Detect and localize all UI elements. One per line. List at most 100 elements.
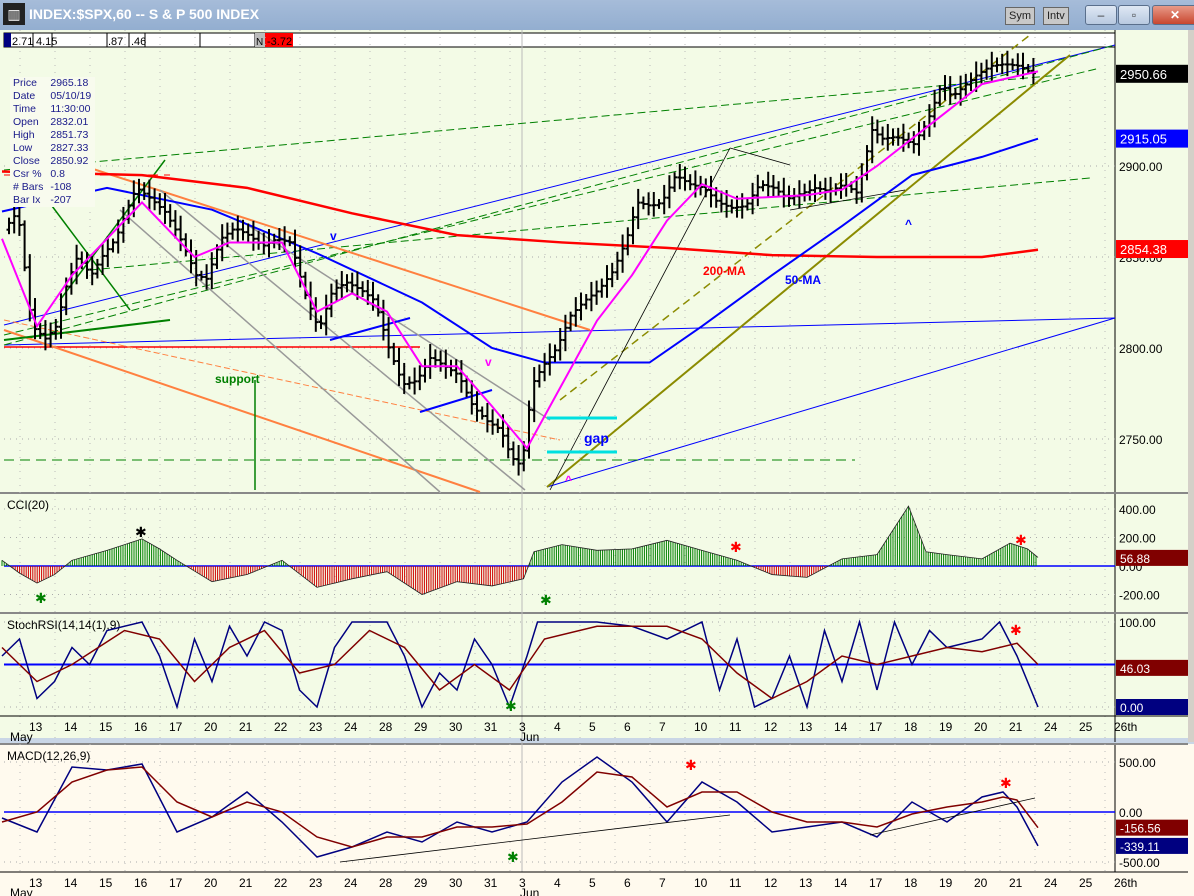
cci-last-label: 56.88 <box>1120 552 1150 566</box>
macd-last-label: -156.56 <box>1120 822 1161 836</box>
chart-canvas: 2.714.15 .87 .46 N -3.72 2750.00 2800.00 28 5 0.0… <box>0 30 1194 896</box>
x-tick-label: 4 <box>554 720 561 734</box>
x-tick-label: 4 <box>554 876 561 890</box>
x-tick-label: 22 <box>274 720 288 734</box>
x-tick-label: 30 <box>449 720 463 734</box>
x-tick-label: 25 <box>1079 720 1093 734</box>
x-tick-label: 16 <box>134 876 148 890</box>
info-value: 2832.01 <box>50 116 89 128</box>
annotation-label: v <box>485 355 492 369</box>
info-row: Price 2965.18 <box>10 77 95 90</box>
info-label: Price <box>13 77 37 89</box>
info-label: Csr % <box>13 168 42 180</box>
info-label: Time <box>13 103 36 115</box>
x-tick-label: 7 <box>659 720 666 734</box>
y-tick-label: 100.00 <box>1119 616 1156 630</box>
star-marker-icon: ✱ <box>1015 532 1027 548</box>
info-value: 05/10/19 <box>50 90 92 102</box>
x-tick-label: 29 <box>414 876 428 890</box>
quote-bar-bg <box>3 32 1116 48</box>
x-tick-label: 20 <box>974 876 988 890</box>
x-tick-label: 14 <box>64 720 78 734</box>
x-tick-label: 18 <box>904 876 918 890</box>
info-row: Low 2827.33 <box>10 142 95 155</box>
stoch-last-label: 46.03 <box>1120 662 1150 676</box>
y-tick-label: 200.00 <box>1119 532 1156 546</box>
star-marker-icon: ✱ <box>507 849 519 865</box>
y-tick-label: 2900.00 <box>1119 160 1163 174</box>
x-tick-label: 24 <box>344 876 358 890</box>
x-tick-label: 14 <box>834 720 848 734</box>
quote-cell: 4.15 <box>36 36 57 48</box>
y-tick-label: -200.00 <box>1119 589 1160 603</box>
quote-change: -3.72 <box>267 36 292 48</box>
macd-window-background <box>0 742 1194 896</box>
last-value-label: 2915.05 <box>1120 132 1167 147</box>
month-label-may: May <box>10 730 33 744</box>
month-label-jun: Jun <box>520 886 539 896</box>
info-value: 0.8 <box>50 168 65 180</box>
x-tick-label: 26th <box>1114 876 1137 890</box>
info-panel: Price 2965.18 Date 05/10/19 Time 11:30:00 O… <box>10 77 96 207</box>
info-row: Bar Ix -207 <box>10 194 95 207</box>
annotation-label: gap <box>584 430 609 446</box>
x-tick-label: 21 <box>1009 876 1023 890</box>
star-marker-icon: ✱ <box>35 590 47 606</box>
x-tick-label: 17 <box>869 876 883 890</box>
x-tick-label: 11 <box>729 876 742 890</box>
x-tick-label: 24 <box>1044 876 1058 890</box>
star-marker-icon: ✱ <box>685 757 697 773</box>
x-tick-label: 28 <box>379 720 393 734</box>
star-marker-icon: ✱ <box>505 698 517 714</box>
x-tick-label: 24 <box>1044 720 1058 734</box>
info-value: 2827.33 <box>50 142 89 154</box>
x-tick-label: 29 <box>414 720 428 734</box>
x-tick-label: 17 <box>169 720 183 734</box>
x-tick-label: 23 <box>309 876 323 890</box>
x-tick-label: 19 <box>939 876 953 890</box>
annotation-label: ^ <box>565 473 572 487</box>
annotation-label: support <box>215 372 260 386</box>
panel-title: CCI(20) <box>7 498 49 512</box>
info-row: # Bars -108 <box>10 181 95 194</box>
x-tick-label: 20 <box>974 720 988 734</box>
x-tick-label: 13 <box>799 876 813 890</box>
month-label-jun: Jun <box>520 730 539 744</box>
x-tick-label: 6 <box>624 720 631 734</box>
last-value-label: 2950.66 <box>1120 67 1167 82</box>
info-label: Close <box>13 155 40 167</box>
x-tick-label: 21 <box>239 720 253 734</box>
stoch-last-label: 0.00 <box>1120 701 1144 715</box>
star-marker-icon: ✱ <box>540 592 552 608</box>
star-marker-icon: ✱ <box>1010 622 1022 638</box>
x-tick-label: 18 <box>904 720 918 734</box>
last-value-label: 2854.38 <box>1120 242 1167 257</box>
x-tick-label: 6 <box>624 876 631 890</box>
x-tick-label: 17 <box>169 876 183 890</box>
quote-flag: N <box>256 37 263 48</box>
info-row: High 2851.73 <box>10 129 95 142</box>
x-tick-label: 14 <box>834 876 848 890</box>
x-tick-label: 21 <box>239 876 253 890</box>
quote-cell: 2.71 <box>12 36 33 48</box>
info-row: Date 05/10/19 <box>10 90 95 103</box>
info-row: Open 2832.01 <box>10 116 95 129</box>
x-tick-label: 14 <box>64 876 78 890</box>
x-tick-label: 31 <box>484 876 498 890</box>
x-tick-label: 11 <box>729 720 742 734</box>
star-marker-icon: ✱ <box>1000 775 1012 791</box>
x-tick-label: 26th <box>1114 720 1137 734</box>
info-value: -108 <box>50 181 72 193</box>
star-marker-icon: ✱ <box>135 524 147 540</box>
scrollbar <box>1188 30 1194 742</box>
x-tick-label: 17 <box>869 720 883 734</box>
x-tick-label: 23 <box>309 720 323 734</box>
x-tick-label: 19 <box>939 720 953 734</box>
x-tick-label: 30 <box>449 876 463 890</box>
quote-cell: .87 <box>108 36 123 48</box>
x-tick-label: 7 <box>659 876 666 890</box>
info-value: 2851.73 <box>50 129 89 141</box>
annotation-label: v <box>330 229 337 243</box>
info-value: 11:30:00 <box>50 103 91 115</box>
info-label: Open <box>13 116 39 128</box>
